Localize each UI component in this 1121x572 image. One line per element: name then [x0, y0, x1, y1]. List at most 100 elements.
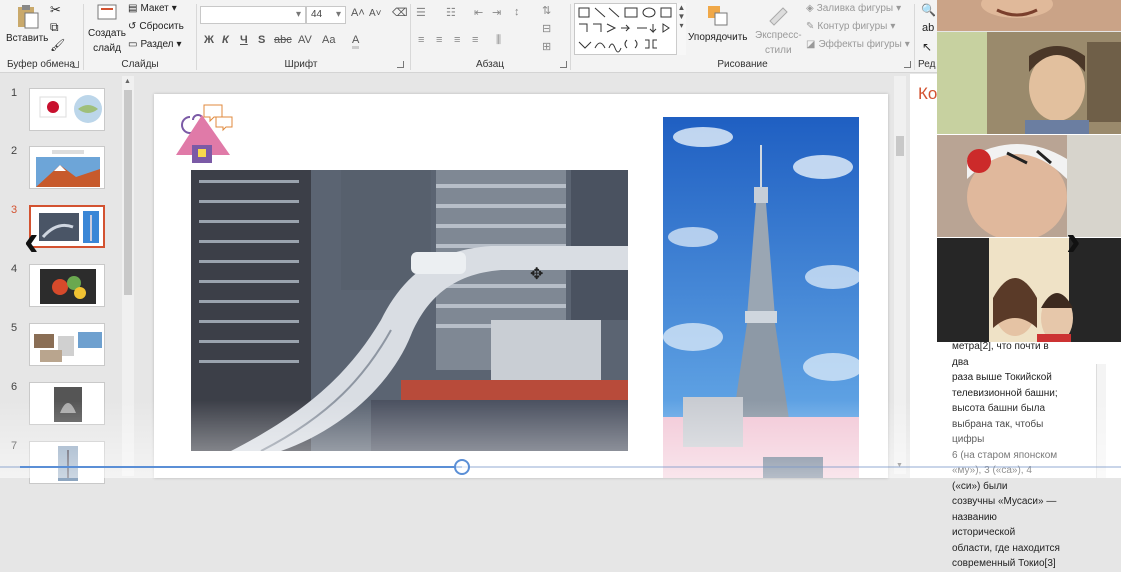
reset-icon: ↺ — [128, 21, 137, 32]
participant-video-4[interactable] — [937, 238, 1121, 342]
arrange-button[interactable]: Упорядочить — [688, 3, 748, 43]
shrink-font-icon[interactable]: A˅ — [369, 8, 382, 19]
char-spacing-button[interactable]: AV — [298, 34, 312, 46]
outline-icon: ✎ — [806, 21, 815, 32]
change-case-button[interactable]: Aa — [322, 34, 335, 46]
shape-effects-button[interactable]: ◪ Эффекты фигуры ▾ — [806, 39, 910, 50]
increase-indent-icon[interactable]: ⇥ — [492, 6, 501, 19]
fill-icon: ◈ — [806, 3, 814, 14]
align-left-icon[interactable]: ≡ — [418, 34, 424, 46]
slide-editor-scrollbar[interactable]: ▼ — [894, 76, 906, 474]
slide-number: 6 — [11, 381, 18, 393]
smartart-icon[interactable]: ⊞ — [542, 40, 551, 53]
slide-thumbnail-4[interactable] — [29, 264, 105, 307]
paragraph-launcher-icon[interactable] — [560, 61, 567, 68]
font-group-label: Шрифт — [284, 59, 318, 70]
find-icon[interactable]: 🔍 — [921, 3, 936, 17]
align-right-icon[interactable]: ≡ — [454, 34, 460, 46]
select-icon[interactable]: ↖ — [922, 40, 932, 54]
underline-button[interactable]: Ч — [240, 34, 248, 46]
cut-icon[interactable]: ✂ — [50, 2, 61, 18]
shapes-icon — [578, 7, 672, 53]
school-logo-icon — [176, 104, 233, 163]
reset-button[interactable]: ↺ Сбросить — [128, 21, 184, 32]
editing-group-label: Ред — [918, 59, 936, 70]
slide-thumbnail-3[interactable] — [29, 205, 105, 248]
new-slide-button[interactable]: Создать слайд — [88, 3, 126, 55]
notes-scrollbar[interactable] — [1096, 364, 1106, 478]
line-spacing-icon[interactable]: ↕ — [514, 6, 520, 18]
grow-font-icon[interactable]: A˄ — [351, 7, 365, 19]
numbering-icon[interactable]: ☷ — [446, 6, 456, 19]
tokyo-skytree-photo — [663, 117, 859, 478]
layout-button[interactable]: ▤ Макет ▾ — [128, 3, 177, 14]
previous-arrow-icon[interactable]: ‹ — [24, 216, 39, 266]
playback-handle[interactable] — [454, 459, 470, 475]
clipboard-launcher-icon[interactable] — [72, 61, 79, 68]
slides-panel-scrollbar[interactable]: ▲ — [122, 76, 134, 476]
align-text-icon[interactable]: ⊟ — [542, 22, 551, 35]
scroll-thumb[interactable] — [896, 136, 904, 156]
thumbnail-image — [34, 332, 102, 362]
slide-thumbnail-6[interactable] — [29, 382, 105, 425]
slide-number: 1 — [11, 87, 18, 99]
italic-button[interactable]: К — [222, 34, 229, 46]
ribbon: Вставить ✂ ⧉ 🖌 Буфер обмена Создать слай… — [0, 0, 937, 73]
participant-video-3[interactable] — [937, 135, 1121, 237]
slide-number: 7 — [11, 440, 18, 452]
copy-icon[interactable]: ⧉ — [50, 20, 59, 35]
section-icon: ▭ — [128, 39, 138, 50]
slides-group-label: Слайды — [121, 59, 159, 70]
slide[interactable] — [154, 94, 888, 478]
quick-styles-icon — [769, 7, 788, 26]
scroll-up-icon[interactable]: ▲ — [124, 78, 131, 85]
participant-video-1[interactable] — [937, 0, 1121, 31]
paragraph-group-label: Абзац — [475, 59, 505, 70]
shapes-scroll[interactable]: ▲ ▼ ▾ — [676, 3, 686, 55]
participant-video-2[interactable] — [937, 32, 1121, 134]
slide-number: 5 — [11, 322, 18, 334]
shape-outline-button[interactable]: ✎ Контур фигуры ▾ — [806, 21, 895, 32]
slide-thumbnail-1[interactable] — [29, 88, 105, 131]
thumbnail-image — [39, 95, 102, 123]
slide-thumbnail-2[interactable] — [29, 146, 105, 189]
columns-icon[interactable]: ⫼ — [496, 34, 501, 47]
shadow-button[interactable]: S — [258, 34, 265, 46]
bullets-icon[interactable]: ☰ — [416, 6, 426, 19]
thumbnail-image — [39, 211, 99, 243]
thumbnail-image — [40, 269, 96, 304]
slide-number: 4 — [11, 263, 18, 275]
clear-format-icon[interactable]: ⌫ — [392, 6, 408, 19]
drawing-group-label: Рисование — [717, 59, 768, 70]
justify-icon[interactable]: ≡ — [472, 34, 478, 46]
font-size-combo[interactable]: 44 ▾ — [306, 6, 346, 24]
shapes-gallery[interactable] — [574, 3, 686, 55]
bold-button[interactable]: Ж — [204, 34, 214, 46]
arrange-icon — [707, 6, 728, 26]
shape-fill-button[interactable]: ◈ Заливка фигуры ▾ — [806, 3, 901, 14]
layout-icon: ▤ — [128, 3, 138, 14]
effects-icon: ◪ — [806, 39, 816, 50]
next-arrow-icon[interactable]: › — [1066, 216, 1081, 266]
scroll-thumb[interactable] — [124, 90, 132, 295]
replace-icon[interactable]: ab — [922, 22, 934, 34]
decrease-indent-icon[interactable]: ⇤ — [474, 6, 483, 19]
strikethrough-button[interactable]: abc — [274, 34, 292, 46]
section-button[interactable]: ▭ Раздел ▾ — [128, 39, 182, 50]
format-painter-icon[interactable]: 🖌 — [50, 38, 65, 52]
new-slide-icon — [97, 4, 117, 20]
paste-button[interactable]: Вставить — [6, 4, 48, 44]
font-launcher-icon[interactable] — [397, 61, 404, 68]
font-name-combo[interactable]: ▾ — [200, 6, 306, 24]
quick-styles-button[interactable]: Экспресс- стили — [755, 3, 802, 57]
align-center-icon[interactable]: ≡ — [436, 34, 442, 46]
slide-thumbnail-5[interactable] — [29, 323, 105, 366]
slide-number-active: 3 — [11, 204, 18, 216]
font-color-button[interactable]: A — [352, 34, 360, 49]
notes-text: метра[2], что почти в два раза выше Токи… — [952, 341, 1060, 569]
divider — [914, 4, 915, 70]
participant-face — [937, 135, 1121, 237]
drawing-launcher-icon[interactable] — [904, 61, 911, 68]
thumbnail-image — [36, 150, 100, 187]
text-direction-icon[interactable]: ⇅ — [542, 4, 551, 17]
